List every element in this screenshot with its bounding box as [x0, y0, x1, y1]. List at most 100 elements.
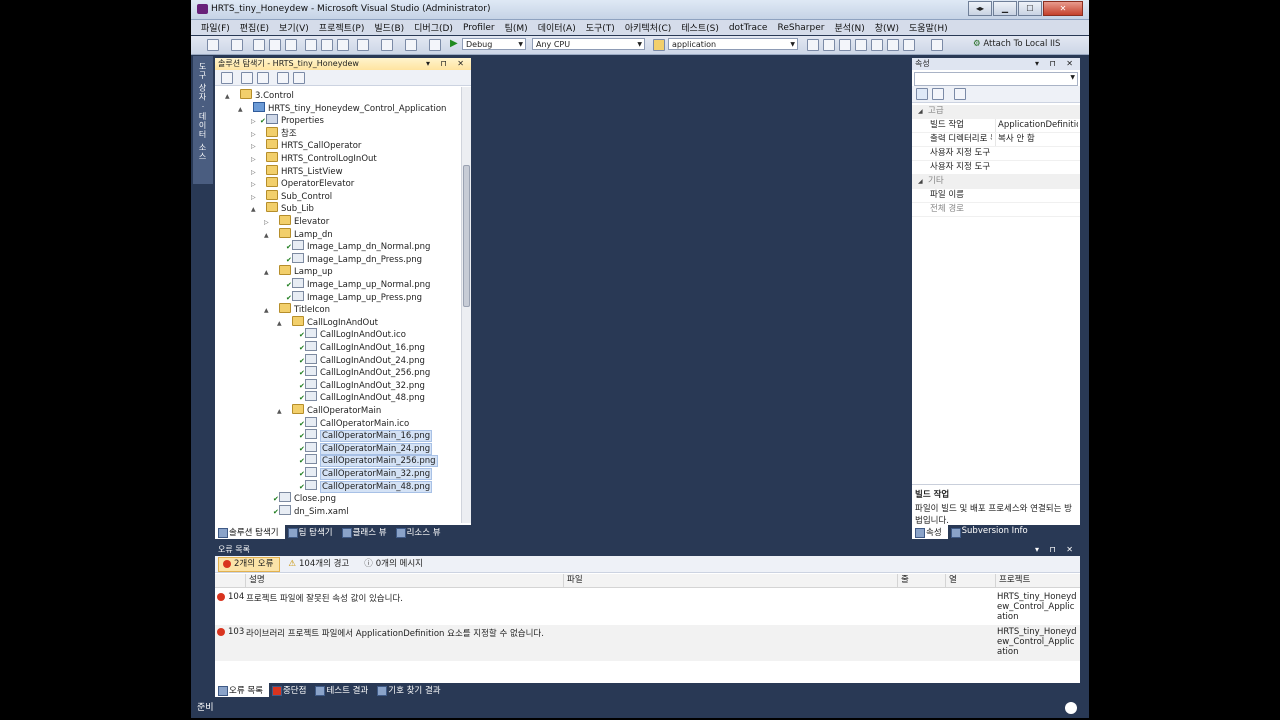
tab-test-results[interactable]: 테스트 결과	[312, 683, 374, 697]
tree-file[interactable]: ✔ CallOperatorMain_256.png	[290, 454, 438, 468]
view-class-diagram-icon[interactable]	[293, 72, 305, 84]
platform-combo[interactable]: Any CPU ▼	[532, 38, 645, 50]
alphabetical-icon[interactable]	[932, 88, 944, 100]
tree-folder[interactable]: ▲ Sub_Lib	[251, 202, 314, 214]
refresh-icon[interactable]	[257, 72, 269, 84]
tree-project[interactable]: ▲ HRTS_tiny_Honeydew_Control_Application	[238, 101, 446, 116]
view-code-icon[interactable]	[277, 72, 289, 84]
properties-icon[interactable]	[823, 39, 835, 51]
property-row[interactable]: 사용자 지정 도구 네임스페이스	[912, 161, 1080, 175]
paste-icon[interactable]	[337, 39, 349, 51]
solution-explorer-header[interactable]: 솔루션 탐색기 - HRTS_tiny_Honeydew ▾ ⊓ ✕	[215, 58, 471, 70]
add-item-icon[interactable]	[231, 39, 243, 51]
tab-breakpoints[interactable]: 중단점	[269, 683, 312, 697]
error-row[interactable]: 104 프로젝트 파일에 잘못된 속성 값이 있습니다. HRTS_tiny_H…	[215, 590, 1080, 623]
tree-file[interactable]: ✔ CallLogInAndOut_32.png	[290, 378, 425, 391]
tree-scrollbar[interactable]	[461, 87, 471, 523]
property-grid[interactable]: ◢ 고급 빌드 작업 ApplicationDefinition 출력 디렉터리로 복사…	[912, 105, 1080, 217]
tab-properties[interactable]: 속성	[912, 525, 948, 539]
toolbox-icon[interactable]	[855, 39, 867, 51]
tree-file[interactable]: ✔ CallOperatorMain_48.png	[290, 479, 433, 493]
attach-to-iis-button[interactable]: ⚙ Attach To Local IIS	[973, 39, 1060, 49]
tree-file[interactable]: ✔ Image_Lamp_dn_Normal.png	[277, 240, 430, 252]
copy-icon[interactable]	[321, 39, 333, 51]
show-all-files-icon[interactable]	[241, 72, 253, 84]
expander-icon[interactable]: ▲	[264, 230, 273, 242]
menu-analyze[interactable]: 분석(N)	[830, 21, 870, 34]
save-icon[interactable]	[269, 39, 281, 51]
expander-icon[interactable]: ▲	[264, 305, 273, 317]
tree-folder[interactable]: ▲ Lamp_dn	[264, 227, 333, 242]
property-category[interactable]: ◢ 기타	[912, 175, 1080, 189]
tree-folder[interactable]: ▲ CallLogInAndOut	[277, 315, 378, 330]
tree-file[interactable]: ✔ dn_Sim.xaml	[264, 504, 349, 517]
menu-view[interactable]: 보기(V)	[275, 21, 315, 34]
navigate-forward-icon[interactable]	[429, 39, 441, 51]
object-browser-icon[interactable]	[839, 39, 851, 51]
tree-file[interactable]: ▷ ✔ Properties	[251, 114, 324, 126]
expander-icon[interactable]: ▲	[264, 267, 273, 279]
tree-file[interactable]: ✔ CallLogInAndOut.ico	[290, 328, 406, 340]
tree-folder[interactable]: ▷ HRTS_ListView	[251, 164, 343, 177]
save-all-icon[interactable]	[285, 39, 297, 51]
tree-folder[interactable]: ▷ Sub_Control	[251, 189, 332, 202]
tab-error-list[interactable]: 오류 목록	[215, 683, 269, 697]
column-file[interactable]: 파일	[563, 574, 897, 587]
start-page-icon[interactable]	[871, 39, 883, 51]
property-category[interactable]: ◢ 고급	[912, 105, 1080, 119]
menu-window[interactable]: 창(W)	[871, 21, 905, 34]
menu-resharper[interactable]: ReSharper	[773, 23, 830, 33]
property-value[interactable]: ApplicationDefinition	[995, 119, 1078, 132]
tree-file[interactable]: ✔ Image_Lamp_up_Normal.png	[277, 278, 430, 290]
menu-tools[interactable]: 도구(T)	[582, 21, 621, 34]
cut-icon[interactable]	[305, 39, 317, 51]
menu-data[interactable]: 데이터(A)	[534, 21, 582, 34]
tree-file[interactable]: ✔ CallOperatorMain.ico	[290, 416, 409, 429]
menu-dottrace[interactable]: dotTrace	[725, 23, 774, 33]
maximize-button[interactable]: ☐	[1018, 1, 1042, 16]
tab-find-symbol-results[interactable]: 기호 찾기 결과	[374, 683, 446, 697]
expander-icon[interactable]: ▲	[238, 104, 247, 116]
menu-help[interactable]: 도움말(H)	[905, 21, 954, 34]
menu-project[interactable]: 프로젝트(P)	[315, 21, 371, 34]
menu-architecture[interactable]: 아키텍처(C)	[621, 21, 677, 34]
menu-test[interactable]: 테스트(S)	[677, 21, 725, 34]
menu-debug[interactable]: 디버그(D)	[410, 21, 459, 34]
start-debugging-icon[interactable]: ▶	[450, 38, 458, 49]
solution-explorer-icon[interactable]	[807, 39, 819, 51]
tab-resource-view[interactable]: 리소스 뷰	[393, 525, 447, 539]
tree-folder[interactable]: ▷ Elevator	[264, 215, 329, 227]
solution-tree[interactable]: ▲ 3.Control ▲ HRTS_tiny_Honeydew_Control_Ap…	[215, 87, 461, 523]
expander-icon[interactable]: ▲	[225, 91, 234, 103]
scrollbar-thumb[interactable]	[463, 165, 470, 307]
property-pages-icon[interactable]	[954, 88, 966, 100]
tree-file[interactable]: ✔ CallLogInAndOut_48.png	[290, 391, 425, 403]
undo-icon[interactable]	[357, 39, 369, 51]
options-icon[interactable]	[931, 39, 943, 51]
column-project[interactable]: 프로젝트	[995, 574, 1079, 587]
tab-team-explorer[interactable]: 팀 탐색기	[285, 525, 339, 539]
expander-icon[interactable]: ▲	[277, 406, 286, 418]
menu-edit[interactable]: 편집(E)	[236, 21, 275, 34]
minimize-button[interactable]: ▁	[993, 1, 1017, 16]
extension-manager-icon[interactable]	[887, 39, 899, 51]
column-line[interactable]: 줄	[897, 574, 945, 587]
navigate-back-icon[interactable]	[405, 39, 417, 51]
tree-folder[interactable]: ▷ HRTS_ControlLogInOut	[251, 152, 377, 164]
expander-icon[interactable]: ▲	[277, 318, 286, 330]
panel-header-buttons[interactable]: ▾ ⊓ ✕	[1035, 544, 1077, 556]
collapse-icon[interactable]: ◢	[918, 105, 923, 118]
tree-file[interactable]: ✔ CallOperatorMain_16.png	[290, 429, 433, 443]
collapse-icon[interactable]: ◢	[918, 175, 923, 188]
command-window-icon[interactable]	[903, 39, 915, 51]
toolbox-side-tab[interactable]: 도구 상자 · 데이터 소스	[193, 56, 213, 184]
tree-folder[interactable]: ▲ TitleIcon	[264, 303, 330, 315]
property-row[interactable]: 빌드 작업 ApplicationDefinition	[912, 119, 1080, 133]
find-combo[interactable]: application ▼	[668, 38, 798, 50]
errors-filter-button[interactable]: 2개의 오류	[218, 556, 281, 572]
expander-icon[interactable]: ▲	[251, 204, 260, 216]
config-combo[interactable]: Debug ▼	[462, 38, 526, 50]
property-row[interactable]: 전체 경로	[912, 203, 1080, 217]
property-row[interactable]: 사용자 지정 도구	[912, 147, 1080, 161]
categorized-icon[interactable]	[916, 88, 928, 100]
